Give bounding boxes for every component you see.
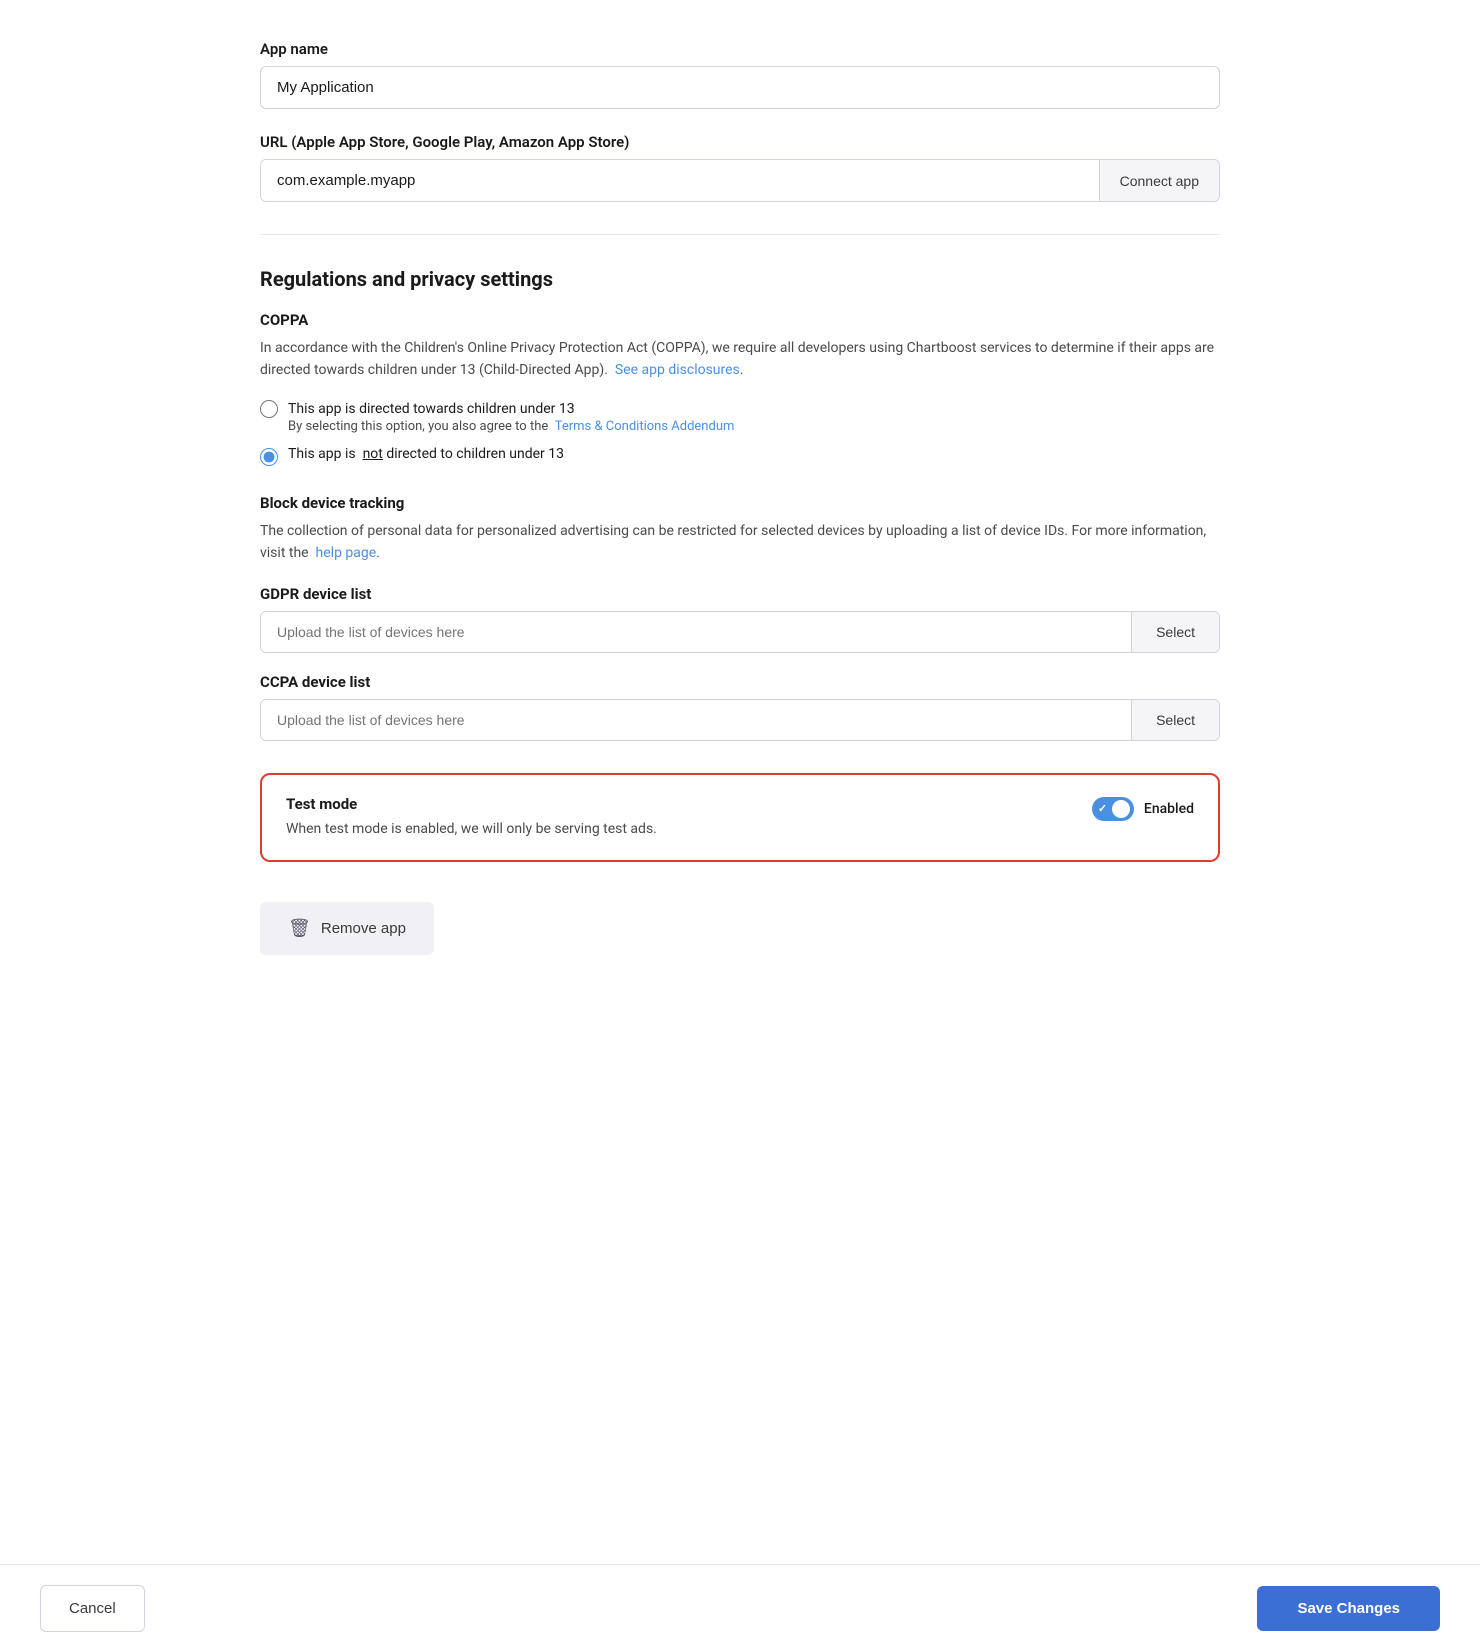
coppa-option2: This app is not directed to children und… [260, 446, 1220, 466]
test-mode-toggle[interactable]: ✓ [1092, 797, 1134, 821]
trash-icon: 🗑 [288, 918, 311, 939]
ccpa-select-button[interactable]: Select [1131, 700, 1219, 740]
section-divider [260, 234, 1220, 235]
remove-app-button[interactable]: 🗑 Remove app [260, 902, 434, 955]
coppa-description: In accordance with the Children's Online… [260, 337, 1220, 382]
test-mode-toggle-label: Enabled [1144, 801, 1194, 817]
connect-app-button[interactable]: Connect app [1099, 160, 1219, 201]
remove-app-label: Remove app [321, 920, 406, 937]
test-mode-content: Test mode When test mode is enabled, we … [286, 795, 1068, 840]
gdpr-select-button[interactable]: Select [1131, 612, 1219, 652]
url-input[interactable] [261, 160, 1099, 201]
app-name-label: App name [260, 40, 1220, 58]
ccpa-label: CCPA device list [260, 673, 1220, 691]
app-name-input[interactable] [260, 66, 1220, 109]
test-mode-title: Test mode [286, 795, 1068, 813]
help-page-link[interactable]: help page [316, 545, 377, 561]
block-tracking-description: The collection of personal data for pers… [260, 520, 1220, 565]
regulations-section: Regulations and privacy settings COPPA I… [260, 267, 1220, 741]
save-changes-button[interactable]: Save Changes [1257, 1586, 1440, 1631]
remove-app-section: 🗑 Remove app [260, 902, 1220, 1075]
regulations-title: Regulations and privacy settings [260, 267, 1220, 291]
coppa-option1: This app is directed towards children un… [260, 398, 1220, 434]
coppa-option1-label[interactable]: This app is directed towards children un… [288, 401, 575, 417]
coppa-option2-label[interactable]: This app is not directed to children und… [288, 446, 564, 462]
coppa-radio-group: This app is directed towards children un… [260, 398, 1220, 466]
toggle-checkmark: ✓ [1098, 802, 1107, 815]
coppa-option1-sublabel: By selecting this option, you also agree… [288, 419, 734, 434]
block-tracking-title: Block device tracking [260, 494, 1220, 512]
coppa-yes-radio[interactable] [260, 400, 278, 418]
toggle-slider: ✓ [1092, 797, 1134, 821]
gdpr-label: GDPR device list [260, 585, 1220, 603]
ccpa-section: CCPA device list Select [260, 673, 1220, 741]
url-label: URL (Apple App Store, Google Play, Amazo… [260, 133, 1220, 151]
gdpr-input[interactable] [261, 612, 1131, 652]
see-app-disclosures-link[interactable]: See app disclosures [615, 362, 740, 378]
test-mode-toggle-area: ✓ Enabled [1092, 797, 1194, 821]
gdpr-section: GDPR device list Select [260, 585, 1220, 653]
cancel-button[interactable]: Cancel [40, 1585, 145, 1632]
test-mode-description: When test mode is enabled, we will only … [286, 819, 1068, 840]
block-tracking-section: Block device tracking The collection of … [260, 494, 1220, 565]
test-mode-box: Test mode When test mode is enabled, we … [260, 773, 1220, 862]
footer-bar: Cancel Save Changes [0, 1564, 1480, 1652]
ccpa-input[interactable] [261, 700, 1131, 740]
terms-conditions-link[interactable]: Terms & Conditions Addendum [555, 419, 735, 434]
coppa-no-radio[interactable] [260, 448, 278, 466]
coppa-title: COPPA [260, 311, 1220, 329]
coppa-section: COPPA In accordance with the Children's … [260, 311, 1220, 466]
